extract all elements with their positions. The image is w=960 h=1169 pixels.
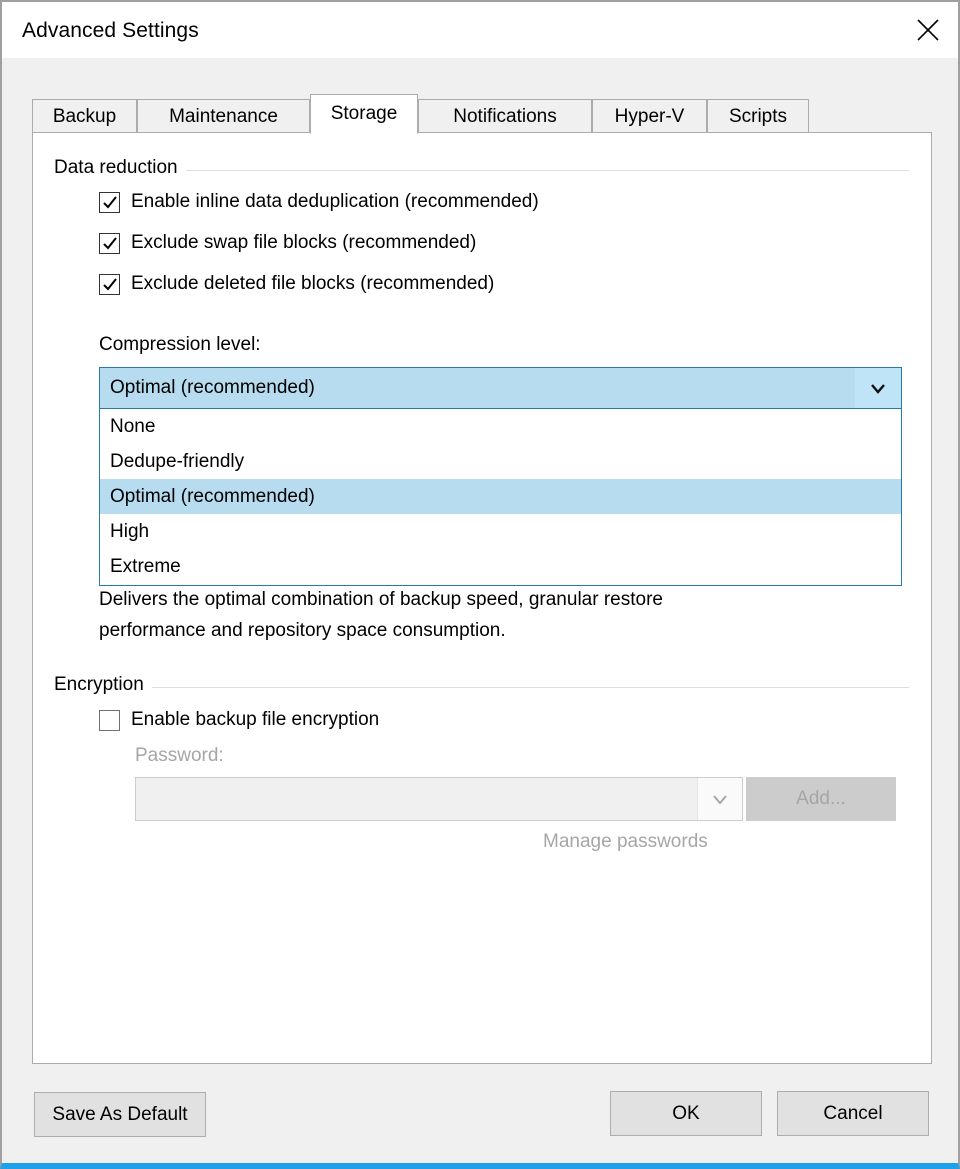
tab-strip: Backup Maintenance Storage Notifications… bbox=[32, 97, 934, 134]
checkbox-label-exclude-deleted: Exclude deleted file blocks (recommended… bbox=[131, 273, 494, 295]
compression-description-line-1: Delivers the optimal combination of back… bbox=[99, 589, 663, 611]
dropdown-option-optimal[interactable]: Optimal (recommended) bbox=[100, 479, 901, 514]
tab-notifications[interactable]: Notifications bbox=[418, 99, 592, 134]
compression-level-value: Optimal (recommended) bbox=[110, 377, 315, 399]
compression-description-line-2: performance and repository space consump… bbox=[99, 620, 506, 642]
checkbox-enable-encryption[interactable] bbox=[99, 710, 120, 731]
cancel-button[interactable]: Cancel bbox=[777, 1091, 929, 1136]
window-title: Advanced Settings bbox=[22, 19, 199, 43]
checkbox-exclude-deleted[interactable] bbox=[99, 274, 120, 295]
group-data-reduction: Data reduction bbox=[33, 157, 931, 179]
title-bar: Advanced Settings bbox=[2, 2, 958, 58]
close-button[interactable] bbox=[898, 2, 958, 58]
compression-level-combobox[interactable]: Optimal (recommended) bbox=[99, 367, 902, 409]
compression-level-dropdown-list[interactable]: None Dedupe-friendly Optimal (recommende… bbox=[99, 409, 902, 586]
group-encryption: Encryption bbox=[33, 674, 931, 696]
password-combobox[interactable] bbox=[135, 777, 743, 821]
save-as-default-button[interactable]: Save As Default bbox=[34, 1092, 206, 1137]
tab-scripts[interactable]: Scripts bbox=[707, 99, 809, 134]
tab-maintenance[interactable]: Maintenance bbox=[137, 99, 310, 134]
dropdown-option-extreme[interactable]: Extreme bbox=[100, 549, 901, 584]
advanced-settings-dialog: Advanced Settings Backup Maintenance Sto… bbox=[0, 0, 960, 1169]
add-password-button[interactable]: Add... bbox=[746, 777, 896, 821]
storage-tab-panel: Data reduction Enable inline data dedupl… bbox=[32, 132, 932, 1064]
tab-hyper-v[interactable]: Hyper-V bbox=[592, 99, 707, 134]
checkbox-exclude-swap[interactable] bbox=[99, 233, 120, 254]
checkbox-inline-dedup[interactable] bbox=[99, 192, 120, 213]
password-dropdown-button[interactable] bbox=[697, 778, 742, 820]
checkbox-label-inline-dedup: Enable inline data deduplication (recomm… bbox=[131, 191, 539, 213]
dropdown-option-none[interactable]: None bbox=[100, 409, 901, 444]
tab-backup[interactable]: Backup bbox=[32, 99, 137, 134]
dropdown-option-high[interactable]: High bbox=[100, 514, 901, 549]
compression-level-label: Compression level: bbox=[99, 334, 261, 356]
dropdown-option-dedupe[interactable]: Dedupe-friendly bbox=[100, 444, 901, 479]
compression-level-dropdown-button[interactable] bbox=[855, 368, 901, 408]
manage-passwords-link[interactable]: Manage passwords bbox=[543, 831, 708, 853]
password-label: Password: bbox=[135, 745, 224, 767]
checkbox-label-exclude-swap: Exclude swap file blocks (recommended) bbox=[131, 232, 476, 254]
checkbox-label-enable-encryption: Enable backup file encryption bbox=[131, 709, 379, 731]
group-encryption-label: Encryption bbox=[54, 674, 152, 696]
tab-storage[interactable]: Storage bbox=[310, 94, 418, 134]
group-data-reduction-label: Data reduction bbox=[54, 157, 186, 179]
group-divider bbox=[54, 687, 909, 688]
ok-button[interactable]: OK bbox=[610, 1091, 762, 1136]
